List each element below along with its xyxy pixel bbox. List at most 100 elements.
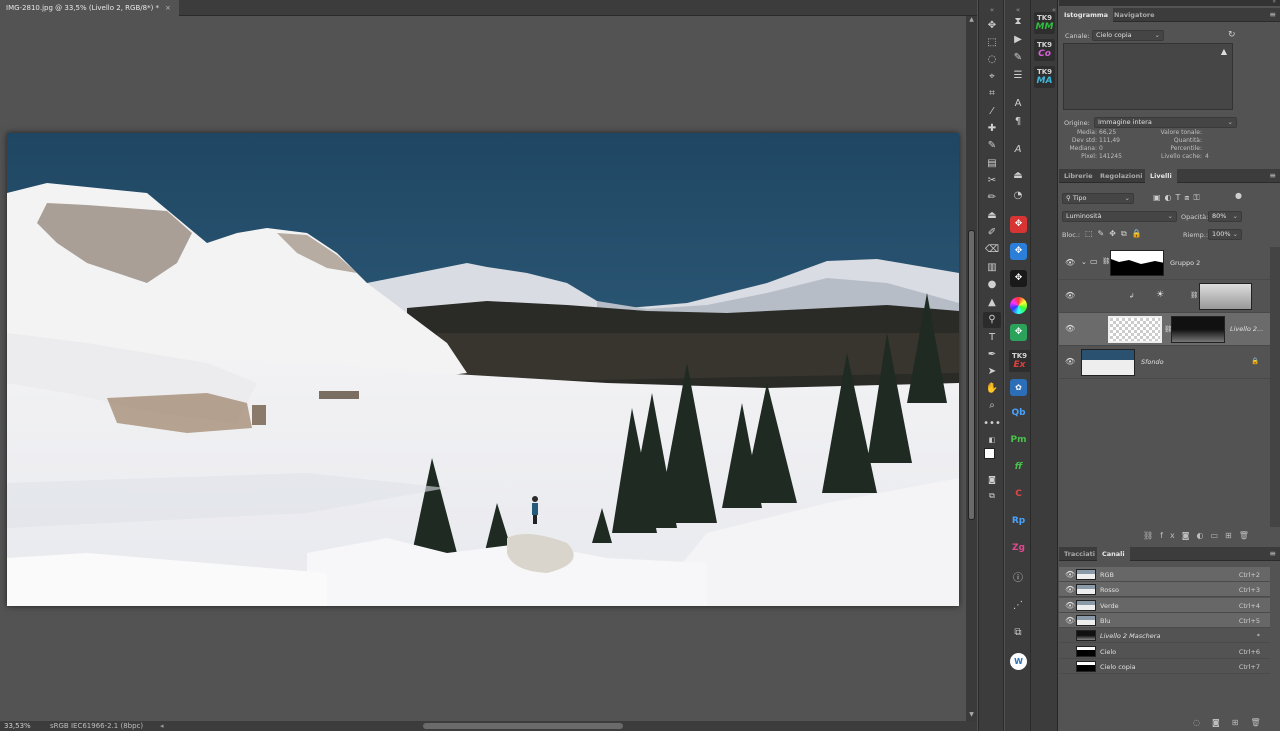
visibility-eye-icon[interactable]: 👁 xyxy=(1065,292,1075,300)
marquee-tool-icon[interactable]: ⬚ xyxy=(983,35,1001,51)
channel-row[interactable]: 👁 RGB Ctrl+2 xyxy=(1059,567,1270,582)
history-icon[interactable]: ⧗ xyxy=(1009,14,1027,30)
character-icon[interactable]: A xyxy=(1009,96,1027,112)
blend-mode-select[interactable]: Luminosità ⌄ xyxy=(1062,211,1177,222)
plugin-green-icon[interactable]: ✥ xyxy=(1010,324,1027,341)
chain-icon[interactable]: ⛓ xyxy=(1190,291,1198,299)
brush-tool-icon[interactable]: ✂ xyxy=(983,173,1001,189)
canvas-vertical-scrollbar[interactable]: ▲ ▼ xyxy=(966,16,977,721)
crop-tool-icon[interactable]: ⌗ xyxy=(983,86,1001,102)
foreground-color-swatch[interactable] xyxy=(984,448,995,459)
glyphs-icon[interactable]: A xyxy=(1009,142,1027,158)
color-profile[interactable]: sRGB IEC61966-2.1 (8bpc) xyxy=(50,721,143,731)
tab-histogram[interactable]: Istogramma xyxy=(1059,8,1114,22)
plugin-blue-icon[interactable]: ✥ xyxy=(1010,243,1027,260)
sharpen-tool-icon[interactable]: ▲ xyxy=(983,295,1001,311)
close-icon[interactable]: × xyxy=(165,4,171,12)
tab-libraries[interactable]: Librerie xyxy=(1059,169,1097,183)
visibility-eye-icon[interactable]: 👁 xyxy=(1065,586,1075,594)
tab-paths[interactable]: Tracciati xyxy=(1059,547,1100,561)
panel-menu-icon[interactable]: ≡ xyxy=(1269,547,1276,561)
horizontal-scroll-thumb[interactable] xyxy=(423,723,623,729)
clone-stamp-icon[interactable]: ▤ xyxy=(983,156,1001,172)
background-thumbnail[interactable] xyxy=(1081,349,1135,376)
warning-icon[interactable]: ▲ xyxy=(1221,47,1227,56)
plugin-color-wheel-icon[interactable] xyxy=(1010,297,1027,314)
scroll-down-icon[interactable]: ▼ xyxy=(966,711,977,721)
collapse-icon[interactable]: « xyxy=(983,2,1001,18)
plugin-zg-icon[interactable]: Zg xyxy=(1010,540,1027,557)
refresh-icon[interactable]: ↻ xyxy=(1228,30,1236,40)
stamp-icon[interactable]: ⏏ xyxy=(1009,168,1027,184)
scroll-left-icon[interactable]: ◂ xyxy=(160,721,164,731)
hand-tool-icon[interactable]: ✋ xyxy=(983,381,1001,397)
plugin-tk9-ex-icon[interactable]: TK9 Ex xyxy=(1009,350,1030,372)
eraser-tool-icon[interactable]: ⌫ xyxy=(983,242,1001,258)
lock-icon[interactable]: 🔒 xyxy=(1251,357,1259,365)
visibility-eye-icon[interactable]: 👁 xyxy=(1065,259,1075,267)
visibility-eye-icon[interactable]: 👁 xyxy=(1065,601,1075,609)
panel-menu-icon[interactable]: ≡ xyxy=(1269,169,1276,183)
brush-settings-icon[interactable]: ✎ xyxy=(1009,50,1027,66)
move-tool-icon[interactable]: ✥ xyxy=(983,18,1001,34)
channels-footer-icons[interactable]: ◌◙⊞🗑 xyxy=(1193,718,1273,727)
plugin-qb-icon[interactable]: Qb xyxy=(1010,405,1027,422)
channel-select[interactable]: Cielo copia ⌄ xyxy=(1092,30,1164,41)
history-brush-icon[interactable]: ✐ xyxy=(983,225,1001,241)
gradient-tool-icon[interactable]: ▥ xyxy=(983,260,1001,276)
gradient-map-icon[interactable]: ⋰ xyxy=(1009,598,1027,614)
plugin-w-icon[interactable]: ✿ xyxy=(1010,379,1027,396)
group-expand-icon[interactable]: ⌄ xyxy=(1081,258,1087,266)
visibility-eye-icon[interactable]: 👁 xyxy=(1065,571,1075,579)
tab-layers[interactable]: Livelli xyxy=(1145,169,1177,183)
zoom-level[interactable]: 33,53% xyxy=(4,721,31,731)
lock-icons[interactable]: ⬚✎✥⧉🔒 xyxy=(1085,229,1147,239)
healing-brush-icon[interactable]: ✚ xyxy=(983,121,1001,137)
channel-row[interactable]: Cielo Ctrl+6 xyxy=(1059,644,1270,659)
visibility-eye-icon[interactable]: 👁 xyxy=(1065,358,1075,366)
shapes-icon[interactable]: ◔ xyxy=(1009,188,1027,204)
channel-row[interactable]: 👁 Rosso Ctrl+3 xyxy=(1059,582,1270,598)
tab-adjustments[interactable]: Regolazioni xyxy=(1095,169,1147,183)
channel-row[interactable]: 👁 Blu Ctrl+5 xyxy=(1059,612,1270,628)
plugin-tk9-co-icon[interactable]: TK9 Co xyxy=(1034,39,1055,61)
scroll-thumb[interactable] xyxy=(968,230,975,520)
lasso-tool-icon[interactable]: ◌ xyxy=(983,52,1001,68)
dodge-tool-icon[interactable]: ⚲ xyxy=(983,312,1001,328)
default-colors-icon[interactable]: ◧ xyxy=(983,432,1001,448)
plugin-black-icon[interactable]: ✥ xyxy=(1010,270,1027,287)
plugin-w-circle-icon[interactable]: W xyxy=(1010,653,1027,670)
document-image[interactable] xyxy=(7,133,959,606)
fill-field[interactable]: 100% ⌄ xyxy=(1208,229,1242,240)
adjustment-mask-thumbnail[interactable] xyxy=(1199,283,1252,310)
channel-row[interactable]: Livello 2 Maschera * xyxy=(1059,628,1270,644)
spot-healing-icon[interactable]: ✎ xyxy=(983,138,1001,154)
zoom-tool-icon[interactable]: ⌕ xyxy=(983,398,1001,414)
play-actions-icon[interactable]: ▶ xyxy=(1009,32,1027,48)
plugin-ff-icon[interactable]: ff xyxy=(1010,459,1027,476)
tab-navigator[interactable]: Navigatore xyxy=(1109,8,1160,22)
paint-brush-icon[interactable]: ✏ xyxy=(983,190,1001,206)
layer-row-adjustment[interactable]: 👁 ↲ ☀ ⛓ xyxy=(1059,280,1270,313)
quick-selection-icon[interactable]: ⌖ xyxy=(983,69,1001,85)
plugin-rp-icon[interactable]: Rp xyxy=(1010,513,1027,530)
collapse-icon[interactable]: » xyxy=(1272,0,1276,5)
channel-row[interactable]: 👁 Verde Ctrl+4 xyxy=(1059,597,1270,613)
info-icon[interactable]: ⓘ xyxy=(1009,571,1027,587)
eyedropper-icon[interactable]: ⁄ xyxy=(983,104,1001,120)
screen-mode-icon[interactable]: ⧉ xyxy=(983,488,1001,504)
pen-tool-icon[interactable]: ✒ xyxy=(983,347,1001,363)
layer-filter-icons[interactable]: ▣◐T⧈⚿ xyxy=(1153,193,1204,203)
opacity-field[interactable]: 80% ⌄ xyxy=(1208,211,1242,222)
panel-menu-icon[interactable]: ≡ xyxy=(1269,8,1276,22)
plugin-pm-icon[interactable]: Pm xyxy=(1010,432,1027,449)
tab-channels[interactable]: Canali xyxy=(1097,547,1130,561)
type-tool-icon[interactable]: T xyxy=(983,330,1001,346)
paragraph-icon[interactable]: ¶ xyxy=(1009,114,1027,130)
stamp-tool-icon[interactable]: ⏏ xyxy=(983,208,1001,224)
layers-scrollbar[interactable] xyxy=(1270,247,1280,527)
visibility-eye-icon[interactable]: 👁 xyxy=(1065,325,1075,333)
origin-select[interactable]: Immagine intera ⌄ xyxy=(1094,117,1237,128)
layer-row-livello2[interactable]: 👁 ⛓ Livello 2... xyxy=(1059,313,1270,346)
layer-mask-thumbnail[interactable] xyxy=(1110,250,1164,276)
